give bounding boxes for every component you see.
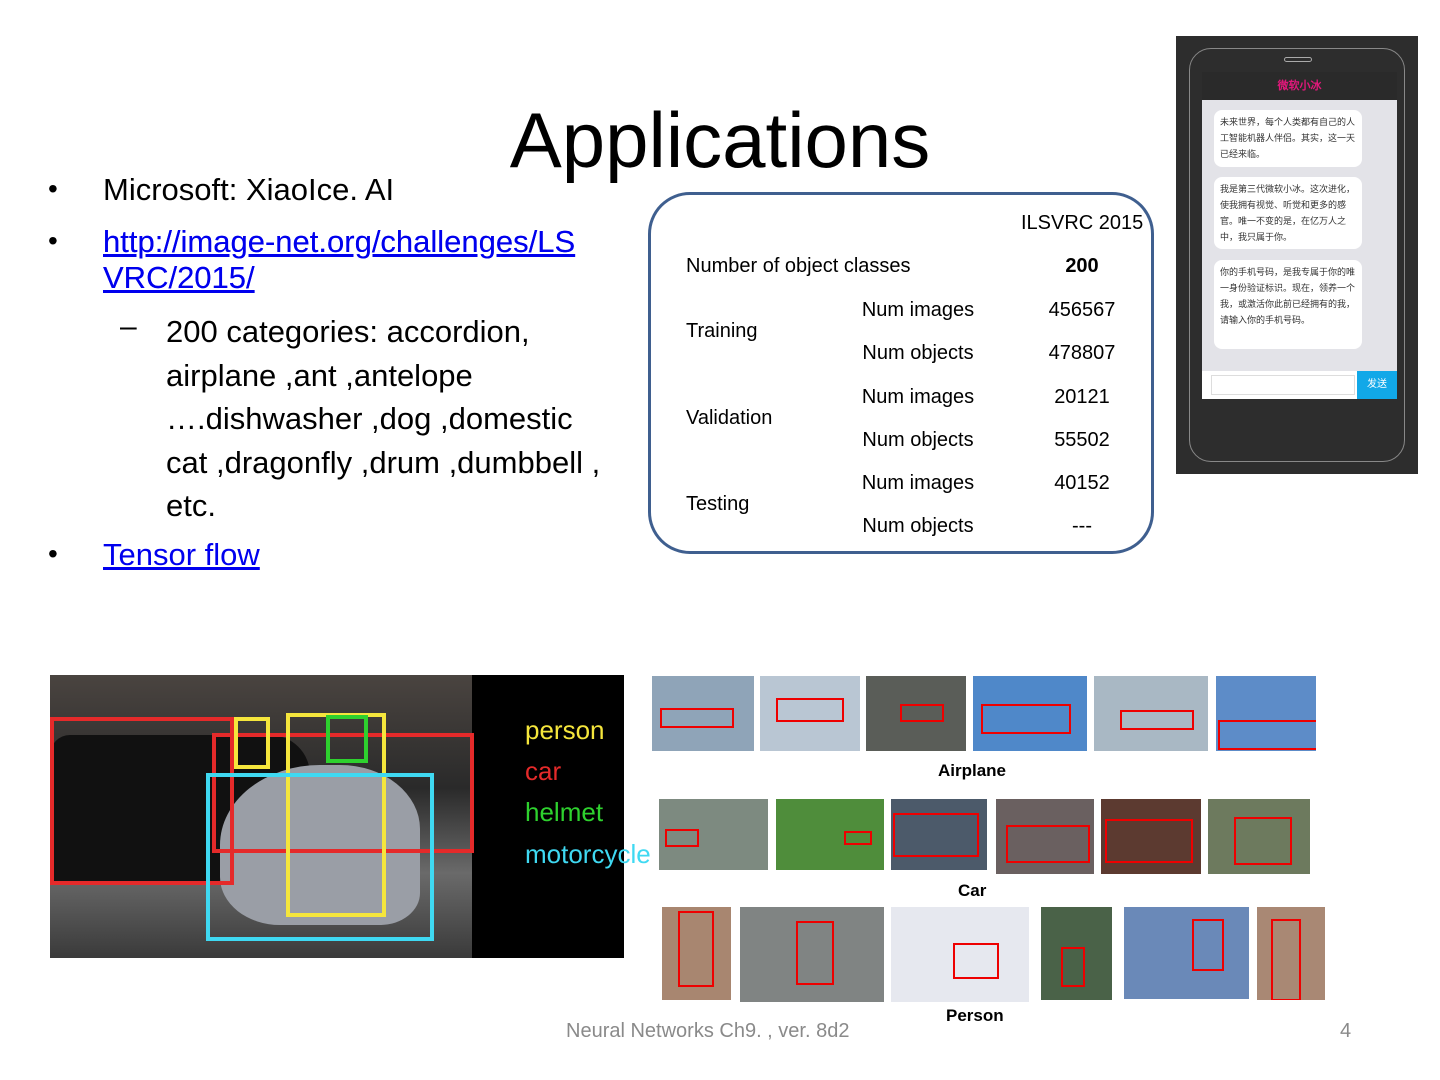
page-number: 4 <box>1340 1020 1352 1042</box>
label-car: car <box>525 756 562 786</box>
metric-label: Num objects <box>862 342 974 364</box>
bounding-box <box>1218 720 1316 750</box>
example-thumbnail <box>1101 799 1201 874</box>
categories-line: airplane ,ant ,antelope <box>166 357 473 393</box>
bounding-box <box>844 831 872 845</box>
example-thumbnail <box>1041 907 1112 1000</box>
caption-person: Person <box>946 1006 1004 1025</box>
example-thumbnail <box>891 799 987 870</box>
bounding-box <box>796 921 834 985</box>
imagenet-link-line2[interactable]: VRC/2015/ <box>103 260 255 296</box>
classes-label: Number of object classes <box>686 255 911 277</box>
bounding-box <box>678 911 714 987</box>
bounding-box <box>1234 817 1292 865</box>
table-header: ILSVRC 2015 <box>1021 212 1144 234</box>
metric-value: 478807 <box>1048 342 1116 364</box>
bounding-box <box>1192 919 1224 971</box>
example-thumbnail <box>996 799 1094 874</box>
bullet-icon: • <box>48 173 58 204</box>
caption-car: Car <box>958 881 987 900</box>
example-thumbnail <box>973 676 1087 751</box>
categories-line: ….dishwasher ,dog ,domestic <box>166 401 573 436</box>
categories-line: etc. <box>166 488 216 523</box>
metric-value: 55502 <box>1054 428 1110 451</box>
example-thumbnail <box>1257 907 1325 1000</box>
example-thumbnail <box>760 676 860 751</box>
group-label: Validation <box>686 406 773 429</box>
send-button[interactable]: 发送 <box>1357 371 1397 399</box>
input-bar: 发送 <box>1202 371 1397 399</box>
tensorflow-link[interactable]: Tensor flow <box>103 537 260 573</box>
group-label: Training <box>686 320 758 342</box>
metric-value: --- <box>1072 515 1092 537</box>
categories-line: cat ,dragonfly ,drum ,dumbbell , <box>166 444 601 480</box>
chat-message: 你的手机号码，是我专属于你的唯一身份验证标识。现在，领养一个我，或激活你此前已经… <box>1214 260 1362 349</box>
imagenet-link-line1[interactable]: http://image-net.org/challenges/LS <box>103 224 575 260</box>
bounding-box <box>953 943 999 979</box>
bullet-icon: • <box>48 225 58 256</box>
example-thumbnail <box>652 676 754 751</box>
detection-image: person car helmet motorcycle <box>50 675 651 958</box>
example-thumbnail <box>659 799 768 870</box>
chat-message: 未来世界，每个人类都有自己的人工智能机器人伴侣。其实，这一天已经来临。 <box>1214 110 1362 167</box>
example-thumbnail <box>891 907 1029 1002</box>
label-motorcycle: motorcycle <box>525 839 651 869</box>
chat-message: 我是第三代微软小冰。这次进化，使我拥有视觉、听觉和更多的感官。唯一不变的是，在亿… <box>1214 177 1362 249</box>
example-thumbnail <box>1124 907 1249 999</box>
metric-value: 456567 <box>1048 299 1116 321</box>
example-thumbnail <box>866 676 966 751</box>
speaker-icon <box>1284 57 1312 62</box>
dash-icon: – <box>120 310 137 343</box>
metric-label: Num objects <box>862 515 974 537</box>
metric-label: Num images <box>861 472 975 494</box>
classes-value: 200 <box>1065 255 1099 277</box>
imagenet-link-lines[interactable]: http://image-net.org/challenges/LS VRC/20… <box>103 224 575 296</box>
label-helmet: helmet <box>525 797 604 827</box>
xiaoice-phone: 微软小冰 未来世界，每个人类都有自己的人工智能机器人伴侣。其实，这一天已经来临。… <box>1176 36 1418 474</box>
categories-text: 200 categories: accordion, airplane ,ant… <box>166 310 600 528</box>
app-title: 微软小冰 <box>1202 72 1397 100</box>
phone-input[interactable] <box>1211 375 1355 395</box>
metric-value: 20121 <box>1054 385 1110 408</box>
bounding-box <box>1120 710 1194 730</box>
bounding-box <box>660 708 734 728</box>
example-thumbnail <box>1216 676 1316 751</box>
example-thumbnail <box>1094 676 1208 751</box>
example-thumbnail <box>1208 799 1310 874</box>
bounding-box <box>1105 819 1193 863</box>
chat-area: 未来世界，每个人类都有自己的人工智能机器人伴侣。其实，这一天已经来临。 我是第三… <box>1202 100 1397 371</box>
bounding-box <box>1061 947 1085 987</box>
footer-text: Neural Networks Ch9. , ver. 8d2 <box>566 1020 850 1042</box>
bullet-icon: • <box>48 538 58 569</box>
bounding-box <box>900 704 944 722</box>
bounding-box <box>776 698 844 722</box>
bounding-box <box>893 813 979 857</box>
example-thumbnail <box>776 799 884 870</box>
bounding-box <box>981 704 1071 734</box>
bounding-box <box>1271 919 1301 1000</box>
metric-value: 40152 <box>1054 472 1110 494</box>
metric-label: Num images <box>861 385 975 408</box>
categories-line: 200 categories: accordion, <box>166 314 530 349</box>
example-thumbnail <box>740 907 884 1002</box>
bounding-box <box>1006 825 1090 863</box>
example-thumbnail <box>662 907 731 1000</box>
caption-airplane: Airplane <box>938 761 1007 780</box>
label-person: person <box>525 715 605 745</box>
metric-label: Num images <box>861 299 975 321</box>
bullet-xiaoice: Microsoft: XiaoIce. AI <box>103 172 395 207</box>
group-label: Testing <box>686 493 750 515</box>
metric-label: Num objects <box>862 428 974 451</box>
bounding-box <box>665 829 699 847</box>
